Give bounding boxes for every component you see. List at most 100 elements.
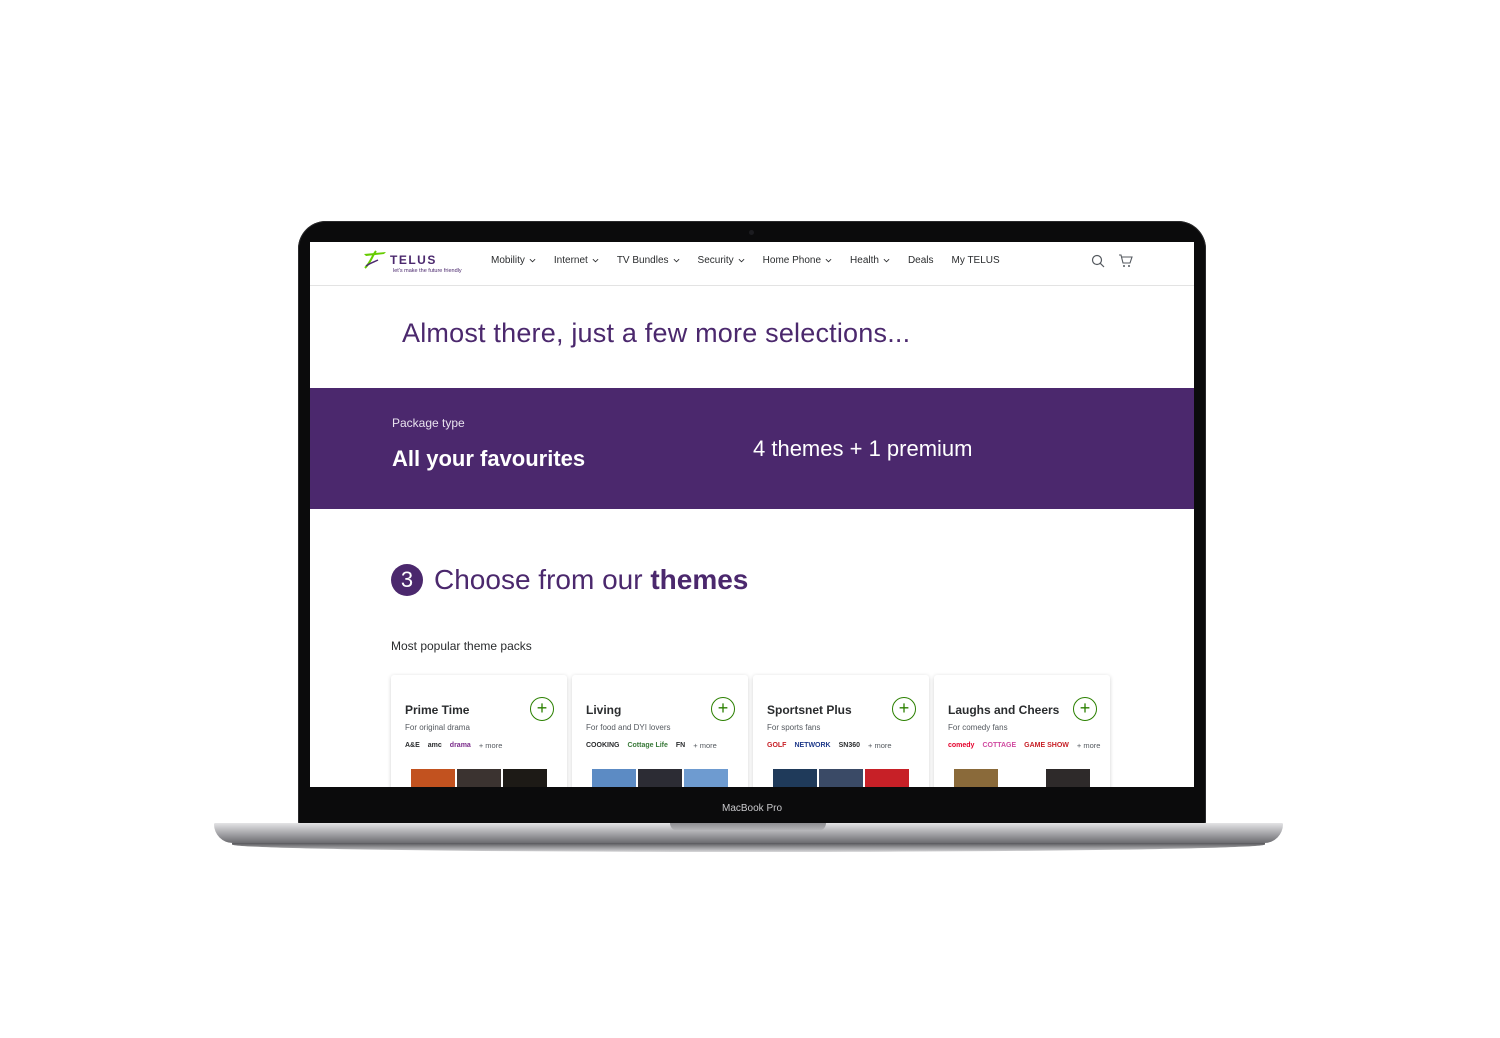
nav-item-label: Health (850, 255, 879, 266)
browser-screen: TELUS let's make the future friendly Mob… (310, 242, 1194, 787)
search-icon[interactable] (1091, 254, 1105, 273)
show-thumbnail (819, 769, 863, 787)
package-name: All your favourites (392, 446, 586, 471)
package-banner: Package type All your favourites 4 theme… (310, 388, 1194, 509)
nav-item-label: Internet (553, 255, 588, 266)
nav-item-health[interactable]: Health (850, 255, 890, 266)
show-thumbnails (954, 769, 1092, 787)
nav-item-deals[interactable]: Deals (908, 255, 934, 266)
channel-logos: COOKING Cottage Life FN + more (586, 741, 717, 750)
show-thumbnail (684, 769, 728, 787)
step-title: Choose from our themes (434, 564, 748, 596)
logo-wordmark: TELUS (390, 253, 437, 267)
top-nav: TELUS let's make the future friendly Mob… (310, 242, 1194, 286)
nav-item-tv-bundles[interactable]: TV Bundles (617, 255, 680, 266)
channel-logos: comedy COTTAGE GAME SHOW + more (948, 741, 1100, 750)
chevron-down-icon (592, 258, 599, 263)
show-thumbnail (638, 769, 682, 787)
channel-logo: COTTAGE (982, 742, 1017, 749)
channel-logo: comedy (948, 742, 975, 749)
add-theme-button[interactable]: + (1073, 697, 1097, 721)
nav-menu: Mobility Internet TV Bundles Security Home P… (491, 255, 1018, 266)
show-thumbnails (592, 769, 730, 787)
nav-item-label: My TELUS (951, 255, 1000, 266)
more-channels-label: + more (478, 741, 503, 750)
theme-card-title: Living (586, 703, 622, 717)
chevron-down-icon (825, 258, 832, 263)
theme-card-living[interactable]: Living For food and DYI lovers + COOKING Cot… (572, 675, 748, 787)
more-channels-label: + more (1076, 741, 1101, 750)
more-channels-label: + more (868, 741, 892, 750)
nav-item-label: Home Phone (762, 255, 822, 266)
show-thumbnail (954, 769, 998, 787)
add-theme-button[interactable]: + (530, 697, 554, 721)
channel-logo: NETWORK (794, 742, 831, 749)
nav-item-internet[interactable]: Internet (554, 255, 599, 266)
theme-card-laughs-and-cheers[interactable]: Laughs and Cheers For comedy fans + comedy C… (934, 675, 1110, 787)
laptop-base-edge (232, 843, 1265, 852)
camera-dot (749, 230, 754, 235)
add-theme-button[interactable]: + (892, 697, 916, 721)
chevron-down-icon (883, 258, 890, 263)
package-type-label: Package type (392, 416, 465, 430)
channel-logos: GOLF NETWORK SN360 + more (767, 741, 892, 750)
nav-item-label: TV Bundles (616, 255, 669, 266)
nav-item-label: Mobility (491, 255, 525, 266)
theme-card-title: Sportsnet Plus (767, 703, 852, 717)
more-channels-label: + more (693, 741, 717, 750)
theme-card-subtitle: For sports fans (767, 723, 821, 732)
theme-card-prime-time[interactable]: Prime Time For original drama + A&E amc drama… (391, 675, 567, 787)
chevron-down-icon (738, 258, 745, 263)
step-title-emphasis: themes (650, 564, 749, 595)
show-thumbnails (411, 769, 549, 787)
show-thumbnail (457, 769, 501, 787)
nav-item-home-phone[interactable]: Home Phone (763, 255, 832, 266)
show-thumbnail (592, 769, 636, 787)
show-thumbnail (773, 769, 817, 787)
cart-icon[interactable] (1118, 254, 1133, 273)
show-thumbnail (865, 769, 909, 787)
channel-logo: SN360 (838, 742, 861, 749)
package-detail: 4 themes + 1 premium (753, 436, 973, 461)
nav-item-security[interactable]: Security (698, 255, 745, 266)
show-thumbnail (1000, 769, 1044, 787)
chevron-down-icon (673, 258, 679, 263)
channel-logo: Cottage Life (627, 742, 668, 749)
show-thumbnail (1046, 769, 1090, 787)
show-thumbnails (773, 769, 911, 787)
channel-logo: GOLF (767, 742, 787, 749)
step-heading: 3 Choose from our themes (391, 564, 748, 596)
channel-logo: drama (449, 742, 471, 749)
step-number-badge: 3 (391, 564, 423, 596)
theme-card-title: Prime Time (405, 703, 470, 717)
theme-card-subtitle: For comedy fans (948, 723, 1008, 732)
channel-logo: amc (427, 742, 442, 749)
theme-card-subtitle: For original drama (405, 723, 470, 732)
nav-item-my-telus[interactable]: My TELUS (952, 255, 1000, 266)
nav-utility-icons (1091, 254, 1146, 273)
channel-logos: A&E amc drama + more (405, 741, 502, 750)
channel-logo: GAME SHOW (1024, 742, 1069, 749)
nav-item-label: Security (697, 255, 734, 266)
device-label: MacBook Pro (721, 803, 783, 814)
popular-packs-label: Most popular theme packs (391, 639, 532, 653)
page-headline: Almost there, just a few more selections… (402, 318, 911, 348)
channel-logo: A&E (405, 742, 420, 749)
logo-tagline: let's make the future friendly (393, 268, 462, 274)
telus-logo[interactable]: TELUS let's make the future friendly (362, 248, 482, 278)
channel-logo: COOKING (586, 742, 620, 749)
step-title-prefix: Choose from our (434, 564, 643, 595)
theme-card-title: Laughs and Cheers (948, 703, 1060, 717)
telus-logo-icon (364, 250, 386, 269)
chevron-down-icon (529, 258, 536, 263)
theme-cards: Prime Time For original drama + A&E amc drama… (391, 675, 1115, 787)
show-thumbnail (503, 769, 547, 787)
nav-item-mobility[interactable]: Mobility (491, 255, 536, 266)
add-theme-button[interactable]: + (711, 697, 735, 721)
channel-logo: FN (675, 742, 686, 749)
theme-card-subtitle: For food and DYI lovers (586, 723, 671, 732)
laptop-notch (670, 823, 826, 831)
nav-item-label: Deals (907, 255, 934, 266)
show-thumbnail (411, 769, 455, 787)
theme-card-sportsnet-plus[interactable]: Sportsnet Plus For sports fans + GOLF NETWOR… (753, 675, 929, 787)
